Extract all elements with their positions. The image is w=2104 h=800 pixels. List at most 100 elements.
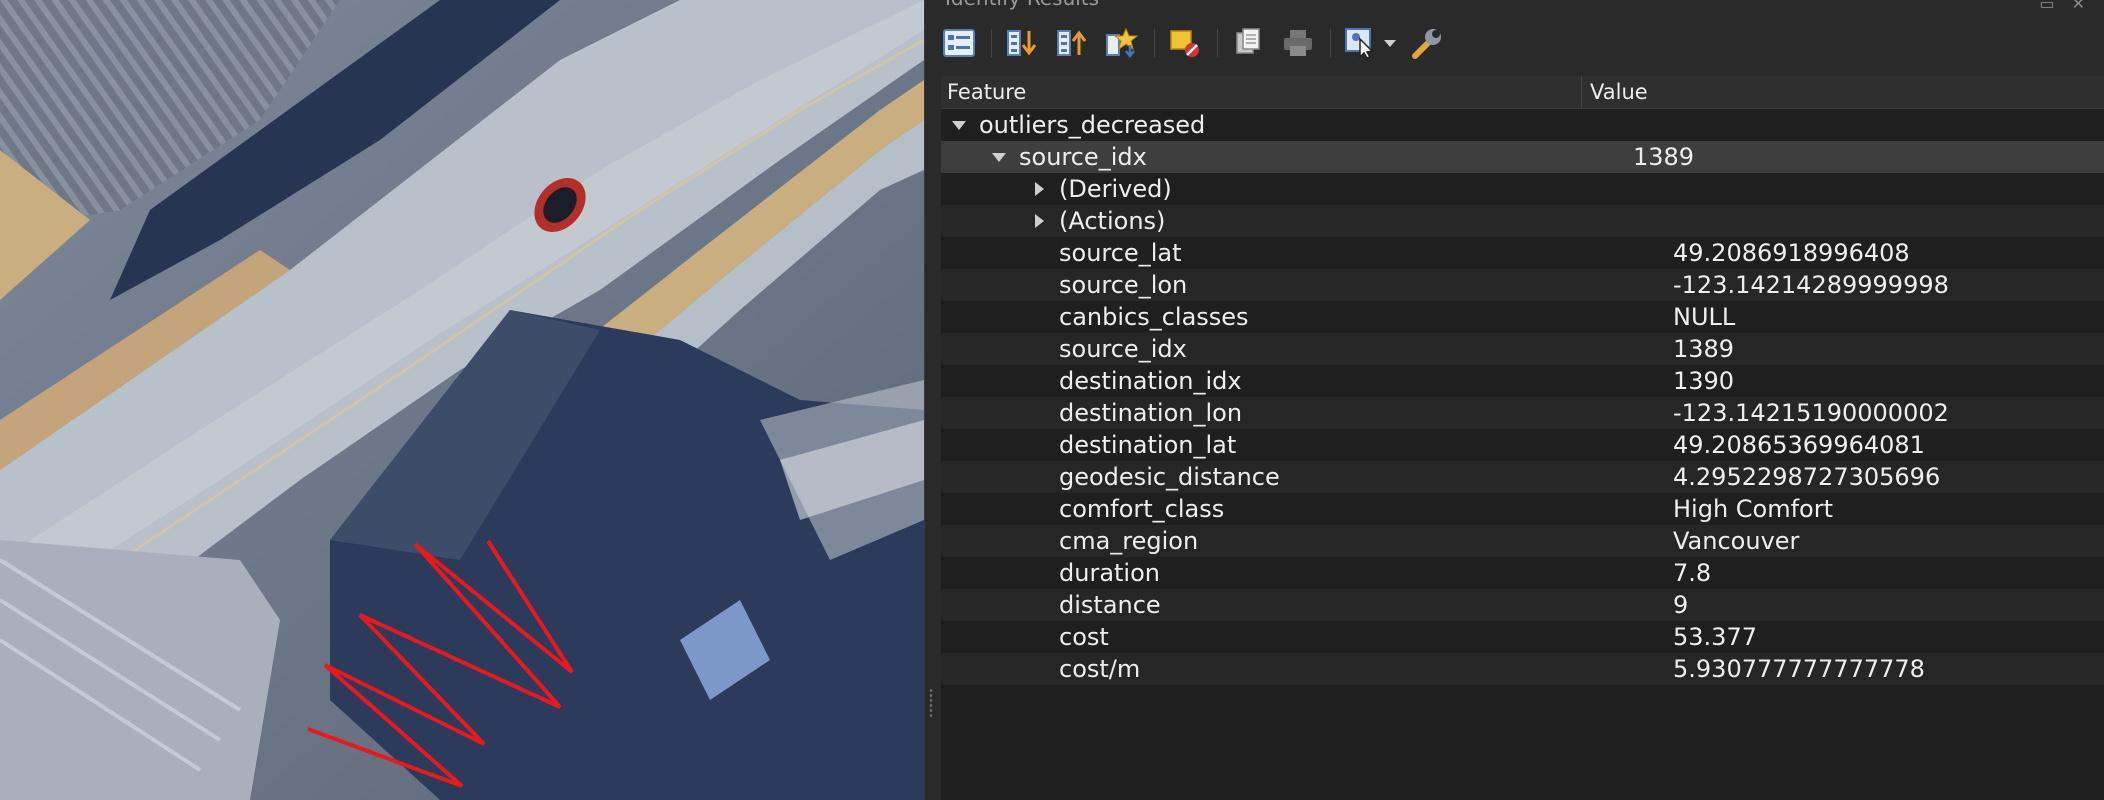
identify-mode-button[interactable]	[1341, 23, 1381, 63]
tree-row-attribute[interactable]: comfort_class High Comfort	[941, 493, 2104, 525]
feature-cell: source_lat	[941, 239, 1663, 267]
tree-row-attribute[interactable]: cma_region Vancouver	[941, 525, 2104, 557]
value-cell: -123.14215190000002	[1673, 399, 1949, 427]
toolbar-separator	[1154, 29, 1155, 57]
feature-cell: cost	[941, 623, 1663, 651]
value-cell: 9	[1673, 591, 1689, 619]
splitter-handle[interactable]	[929, 688, 933, 718]
tree-row-attribute[interactable]: duration 7.8	[941, 557, 2104, 589]
feature-label: duration	[1059, 559, 1160, 587]
tree-row-feature[interactable]: source_idx 1389	[941, 141, 2104, 173]
map-canvas[interactable]	[0, 0, 924, 800]
settings-button[interactable]	[1407, 23, 1447, 63]
copy-feature-icon	[1236, 28, 1260, 54]
feature-label: destination_lon	[1059, 399, 1243, 427]
tree-row-attribute[interactable]: geodesic_distance 4.2952298727305696	[941, 461, 2104, 493]
value-cell: High Comfort	[1673, 495, 1834, 523]
value-cell: 1389	[1673, 335, 1735, 363]
feature-label: (Derived)	[1059, 175, 1172, 203]
feature-label: source_lat	[1059, 239, 1182, 267]
value-cell: 7.8	[1673, 559, 1712, 587]
print-button[interactable]	[1278, 23, 1318, 63]
feature-cell: source_idx	[941, 335, 1663, 363]
feature-cell: destination_lon	[941, 399, 1663, 427]
column-header-value[interactable]: Value	[1582, 76, 2104, 108]
chevron-down-icon	[952, 121, 966, 130]
feature-label: geodesic_distance	[1059, 463, 1280, 491]
tree-row-attribute[interactable]: distance 9	[941, 589, 2104, 621]
feature-cell: source_lon	[941, 271, 1663, 299]
feature-label: destination_lat	[1059, 431, 1237, 459]
value-cell: 1389	[1633, 143, 1695, 171]
expand-tree-icon	[943, 29, 975, 57]
chevron-right-icon	[1035, 214, 1044, 228]
panel-window-buttons[interactable]: ▭ ✕	[2039, 0, 2091, 13]
tree-row-layer[interactable]: outliers_decreased	[941, 109, 2104, 141]
feature-cell: duration	[941, 559, 1663, 587]
tree-row-group[interactable]: (Derived)	[941, 173, 2104, 205]
value-cell: 49.2086918996408	[1673, 239, 1910, 267]
toolbar-separator	[1217, 29, 1218, 57]
tree-row-group[interactable]: (Actions)	[941, 205, 2104, 237]
print-icon	[1284, 30, 1312, 56]
feature-cell: cma_region	[941, 527, 1663, 555]
expand-all-button[interactable]	[1002, 23, 1042, 63]
tree-row-attribute[interactable]: source_lat 49.2086918996408	[941, 237, 2104, 269]
feature-label: (Actions)	[1059, 207, 1166, 235]
identify-mode-dropdown[interactable]	[1383, 23, 1397, 63]
feature-cell: geodesic_distance	[941, 463, 1663, 491]
tree-row-attribute[interactable]: source_lon -123.14214289999998	[941, 269, 2104, 301]
tree-row-attribute[interactable]: destination_lat 49.20865369964081	[941, 429, 2104, 461]
clear-results-button[interactable]	[1165, 23, 1205, 63]
tree-row-attribute[interactable]: source_idx 1389	[941, 333, 2104, 365]
expand-toggle[interactable]	[949, 115, 969, 135]
collapse-toggle[interactable]	[1029, 211, 1049, 231]
feature-label: cost/m	[1059, 655, 1141, 683]
tree-header: Feature Value	[941, 76, 2104, 109]
results-tree[interactable]: Feature Value outliers_decreased source_i…	[941, 76, 2104, 800]
toolbar-separator	[1330, 29, 1331, 57]
value-cell: 1390	[1673, 367, 1735, 395]
expand-tree-button[interactable]	[939, 23, 979, 63]
clear-results-icon	[1170, 30, 1199, 57]
tree-row-attribute[interactable]: destination_lon -123.14215190000002	[941, 397, 2104, 429]
tree-row-attribute[interactable]: cost 53.377	[941, 621, 2104, 653]
feature-cell: comfort_class	[941, 495, 1663, 523]
expand-toggle[interactable]	[989, 147, 1009, 167]
feature-cell: cost/m	[941, 655, 1663, 683]
value-cell: 4.2952298727305696	[1673, 463, 1941, 491]
chevron-down-icon	[1384, 40, 1396, 47]
toolbar	[939, 18, 2104, 68]
identify-results-panel: Identify Results ▭ ✕	[924, 0, 2104, 800]
collapse-all-button[interactable]	[1052, 23, 1092, 63]
value-cell: -123.14214289999998	[1673, 271, 1949, 299]
feature-label: canbics_classes	[1059, 303, 1249, 331]
tree-row-attribute[interactable]: canbics_classes NULL	[941, 301, 2104, 333]
feature-cell: destination_idx	[941, 367, 1663, 395]
feature-cell: destination_lat	[941, 431, 1663, 459]
value-cell: NULL	[1673, 303, 1736, 331]
expand-new-results-button[interactable]	[1102, 23, 1142, 63]
tree-row-attribute[interactable]: cost/m 5.930777777777778	[941, 653, 2104, 685]
feature-label: source_lon	[1059, 271, 1188, 299]
value-cell: 5.930777777777778	[1673, 655, 1925, 683]
identify-mode-icon	[1345, 28, 1374, 59]
chevron-down-icon	[992, 153, 1006, 162]
feature-label: cost	[1059, 623, 1109, 651]
feature-label: comfort_class	[1059, 495, 1225, 523]
feature-label: source_idx	[1059, 335, 1187, 363]
tree-row-attribute[interactable]: destination_idx 1390	[941, 365, 2104, 397]
route-line	[307, 539, 574, 788]
panel-title: Identify Results	[945, 0, 1099, 10]
chevron-right-icon	[1035, 182, 1044, 196]
feature-label: outliers_decreased	[979, 111, 1206, 139]
collapse-toggle[interactable]	[1029, 179, 1049, 199]
feature-cell: source_idx	[941, 143, 1623, 171]
copy-feature-button[interactable]	[1228, 23, 1268, 63]
feature-cell: (Actions)	[941, 207, 1663, 235]
expand-all-icon	[1007, 30, 1037, 56]
column-header-feature[interactable]: Feature	[941, 76, 1582, 108]
feature-cell: outliers_decreased	[941, 111, 1583, 139]
feature-cell: canbics_classes	[941, 303, 1663, 331]
settings-wrench-icon	[1412, 29, 1441, 59]
